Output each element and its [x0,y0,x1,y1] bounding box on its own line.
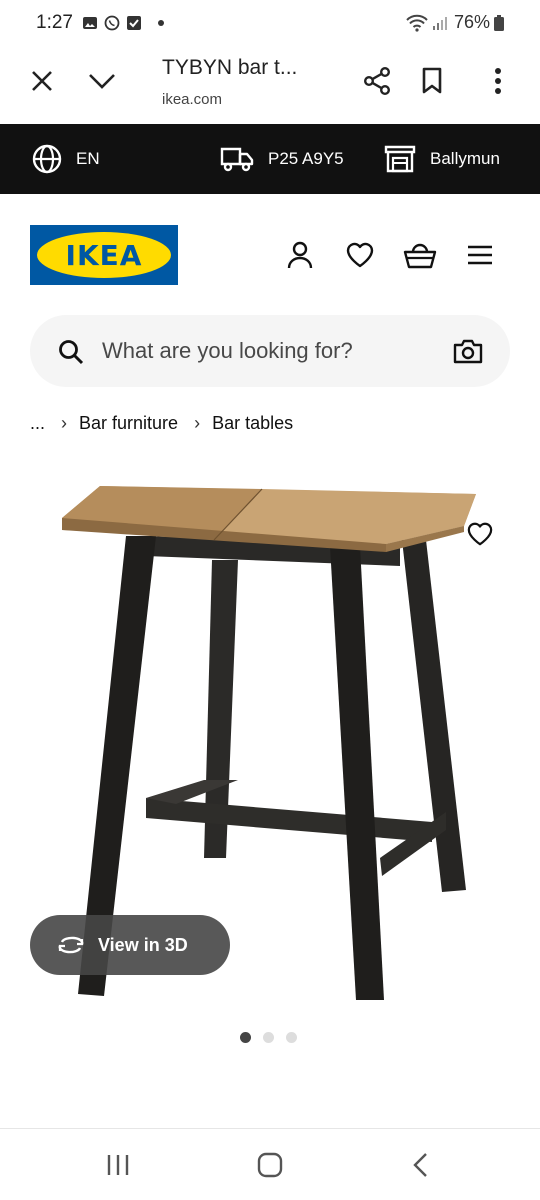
status-time: 1:27 [36,12,73,33]
favourites-button[interactable] [342,237,378,273]
wifi-icon [406,14,428,32]
status-right: 76% [406,12,504,33]
breadcrumb-link-bar-furniture[interactable]: Bar furniture [79,413,178,434]
home-icon [257,1152,283,1178]
close-icon [32,71,52,91]
language-label: EN [76,149,100,168]
status-bar: 1:27 76% [0,0,540,48]
camera-icon [453,339,483,364]
location-bar: EN P25 A9Y5 Ballymun [0,124,540,194]
breadcrumb-separator-icon: › [61,413,68,433]
view-in-3d-button[interactable]: View in 3D [30,915,230,975]
delivery-truck-icon [220,147,254,172]
image-carousel-indicator [240,1032,297,1043]
store-label: Ballymun [430,149,500,168]
account-button[interactable] [282,237,318,273]
search-input[interactable] [102,315,442,387]
carousel-dot-3[interactable] [286,1032,297,1043]
search-icon [59,340,84,365]
carousel-dot-1[interactable] [240,1032,251,1043]
recent-apps-icon [107,1155,129,1175]
globe-icon [32,144,62,174]
basket-icon [403,243,437,269]
minimize-tab-button[interactable] [82,61,122,101]
camera-search-button[interactable] [450,333,486,369]
more-vertical-icon [495,68,501,94]
hamburger-menu-icon [468,245,492,265]
system-navigation-bar [0,1128,540,1200]
ikea-logo[interactable]: IKEA [30,225,178,285]
gallery-notification-icon [83,17,97,29]
search-bar [30,315,510,387]
breadcrumb-ellipsis[interactable]: ... [30,413,45,434]
page-title: TYBYN bar t... [162,56,298,79]
close-tab-button[interactable] [22,61,62,101]
more-notifications-dot [158,20,164,26]
heart-icon [346,242,374,268]
breadcrumb: ... › Bar furniture › Bar tables [30,413,293,434]
back-chevron-icon [413,1153,427,1177]
breadcrumb-link-bar-tables[interactable]: Bar tables [212,413,293,434]
shopping-basket-button[interactable] [402,237,438,273]
product-favourite-button[interactable] [462,516,498,552]
chevron-down-icon [89,74,115,89]
recent-apps-button[interactable] [98,1147,138,1183]
overflow-menu-button[interactable] [478,61,518,101]
whatsapp-notification-icon [104,15,120,31]
share-icon [364,67,391,96]
share-button[interactable] [357,61,397,101]
rotate-3d-icon [58,936,84,954]
battery-icon [494,14,504,31]
user-icon [287,241,313,269]
logo-text: IKEA [65,238,143,272]
home-button[interactable] [250,1147,290,1183]
menu-button[interactable] [462,237,498,273]
store-selector[interactable]: Ballymun [384,124,500,194]
bookmark-button[interactable] [412,61,452,101]
view-in-3d-label: View in 3D [98,934,188,955]
heart-icon [467,522,493,546]
signal-icon [432,16,447,30]
page-url: ikea.com [162,91,223,108]
delivery-postcode[interactable]: P25 A9Y5 [220,124,344,194]
breadcrumb-separator-icon: › [194,413,201,433]
carousel-dot-2[interactable] [263,1032,274,1043]
notification-icons [82,15,164,31]
checkbox-notification-icon [127,16,141,30]
battery-percent: 76% [453,12,490,32]
back-button[interactable] [400,1147,440,1183]
store-icon [384,145,416,173]
logo-oval: IKEA [37,232,171,278]
postcode-label: P25 A9Y5 [268,149,344,168]
bookmark-icon [422,67,442,94]
language-selector[interactable]: EN [32,124,100,194]
